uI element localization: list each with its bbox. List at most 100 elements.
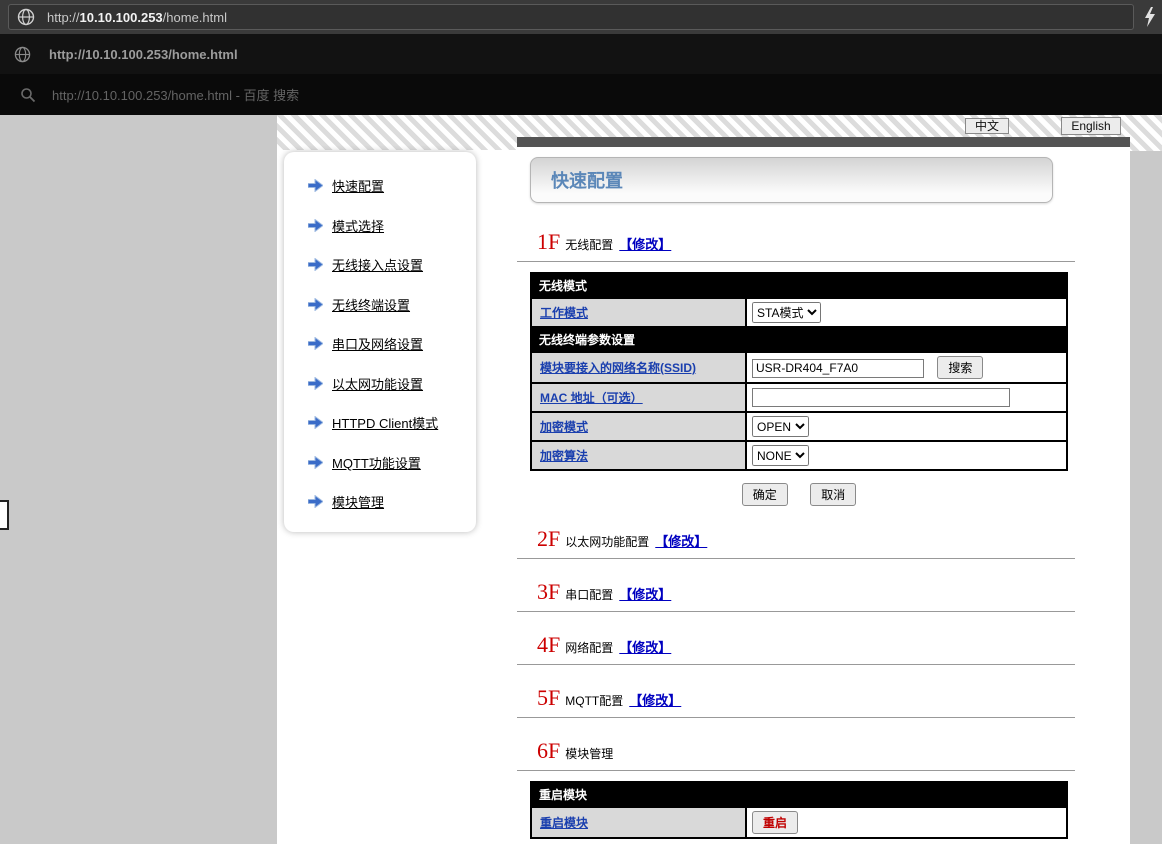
- floor-4-header: 4F 网络配置 【修改】: [537, 632, 1130, 656]
- arrow-icon: [308, 258, 323, 271]
- sta-params-header: 无线终端参数设置: [531, 327, 1067, 352]
- lang-english-button[interactable]: English: [1061, 117, 1121, 135]
- sidebar-item-mode-select[interactable]: 模式选择: [284, 206, 476, 246]
- divider: [517, 664, 1075, 665]
- sidebar-item-label: MQTT功能设置: [332, 453, 421, 472]
- floor-number: 3F: [537, 579, 560, 605]
- url-suggestion-dropdown: http://10.10.100.253/home.html http://10…: [0, 34, 1162, 115]
- floor-number: 2F: [537, 526, 560, 552]
- arrow-icon: [308, 377, 323, 390]
- suggestion-text: http://10.10.100.253/home.html: [49, 47, 238, 62]
- encryption-mode-select[interactable]: OPEN: [752, 416, 809, 437]
- sidebar-item-label: 模式选择: [332, 216, 384, 235]
- floor-3-header: 3F 串口配置 【修改】: [537, 579, 1130, 603]
- address-bar[interactable]: http://10.10.100.253/home.html: [8, 4, 1134, 30]
- work-mode-label: 工作模式: [531, 298, 746, 327]
- floor-number: 5F: [537, 685, 560, 711]
- arrow-icon: [308, 456, 323, 469]
- arrow-icon: [308, 337, 323, 350]
- sidebar-item-label: 无线接入点设置: [332, 255, 423, 274]
- table-row: MAC 地址（可选）: [531, 383, 1067, 412]
- sidebar-item-ap-settings[interactable]: 无线接入点设置: [284, 245, 476, 285]
- sidebar-item-ethernet-settings[interactable]: 以太网功能设置: [284, 364, 476, 404]
- table-row: 重启模块 重启: [531, 807, 1067, 838]
- modify-link-network[interactable]: 【修改】: [619, 637, 671, 656]
- sidebar-item-label: 以太网功能设置: [332, 374, 423, 393]
- encryption-algorithm-label: 加密算法: [531, 441, 746, 470]
- sidebar-frame: 快速配置 模式选择 无线接入点设置 无线终端设置 串口及网络设置 以太网功能设置: [277, 150, 517, 844]
- mac-label: MAC 地址（可选）: [531, 383, 746, 412]
- sidebar-item-label: 无线终端设置: [332, 295, 410, 314]
- modify-link-mqtt[interactable]: 【修改】: [629, 690, 681, 709]
- divider: [517, 611, 1075, 612]
- divider: [517, 770, 1075, 771]
- arrow-icon: [308, 416, 323, 429]
- work-mode-select[interactable]: STA模式: [752, 302, 821, 323]
- browser-top-bar: http://10.10.100.253/home.html: [0, 0, 1162, 34]
- restart-header: 重启模块: [531, 782, 1067, 807]
- search-icon: [20, 87, 36, 103]
- restart-module-table: 重启模块 重启模块 重启: [530, 781, 1068, 839]
- floor-number: 1F: [537, 229, 560, 255]
- floor-label: 无线配置: [565, 236, 613, 253]
- floor-5-header: 5F MQTT配置 【修改】: [537, 685, 1130, 709]
- mac-input[interactable]: [752, 388, 1010, 407]
- page-background: 中文 English 快速配置 模式选择 无线接入点设置 无线终端设置: [0, 115, 1162, 844]
- arrow-icon: [308, 219, 323, 232]
- floor-label: 以太网功能配置: [565, 533, 649, 550]
- table-row: 加密算法 NONE: [531, 441, 1067, 470]
- sidebar-item-label: 快速配置: [332, 176, 384, 195]
- sidebar-item-uart-settings[interactable]: 串口及网络设置: [284, 324, 476, 364]
- table-row: 模块要接入的网络名称(SSID) 搜索: [531, 352, 1067, 383]
- sidebar-item-sta-settings[interactable]: 无线终端设置: [284, 285, 476, 325]
- cancel-button[interactable]: 取消: [810, 483, 856, 506]
- sidebar-item-mqtt-settings[interactable]: MQTT功能设置: [284, 443, 476, 483]
- page-title: 快速配置: [531, 167, 623, 193]
- floor-1-header: 1F 无线配置 【修改】: [537, 229, 1130, 253]
- floor-label: 模块管理: [565, 745, 613, 762]
- content-top-bar: [517, 137, 1130, 147]
- floor-label: 串口配置: [565, 586, 613, 603]
- form-buttons: 确定 取消: [530, 483, 1068, 506]
- suggestion-item-search[interactable]: http://10.10.100.253/home.html - 百度 搜索: [0, 74, 1162, 115]
- arrow-icon: [308, 179, 323, 192]
- suggestion-item-url[interactable]: http://10.10.100.253/home.html: [0, 34, 1162, 74]
- ssid-label: 模块要接入的网络名称(SSID): [531, 352, 746, 383]
- floor-6-header: 6F 模块管理: [537, 738, 1130, 762]
- modify-link-ethernet[interactable]: 【修改】: [655, 531, 707, 550]
- restart-label: 重启模块: [531, 807, 746, 838]
- floor-label: MQTT配置: [565, 692, 623, 709]
- confirm-button[interactable]: 确定: [742, 483, 788, 506]
- globe-icon: [14, 46, 31, 63]
- sidebar-item-module-management[interactable]: 模块管理: [284, 482, 476, 522]
- encryption-algorithm-select[interactable]: NONE: [752, 445, 809, 466]
- wireless-mode-header: 无线模式: [531, 273, 1067, 298]
- main-content-frame: 快速配置 1F 无线配置 【修改】 无线模式 工作模式 STA模式 无线终端参数…: [517, 147, 1130, 844]
- lightning-icon[interactable]: [1143, 7, 1157, 27]
- floor-number: 4F: [537, 632, 560, 658]
- sidebar-item-httpd-client[interactable]: HTTPD Client模式: [284, 403, 476, 443]
- restart-button[interactable]: 重启: [752, 811, 798, 834]
- url-text: http://10.10.100.253/home.html: [47, 10, 227, 25]
- sidebar-item-label: 串口及网络设置: [332, 334, 423, 353]
- search-ssid-button[interactable]: 搜索: [937, 356, 983, 379]
- floor-number: 6F: [537, 738, 560, 764]
- globe-icon: [17, 8, 35, 26]
- page-title-card: 快速配置: [530, 157, 1053, 203]
- sidebar-item-label: 模块管理: [332, 492, 384, 511]
- divider: [517, 717, 1075, 718]
- lang-chinese-button[interactable]: 中文: [965, 118, 1009, 134]
- floor-label: 网络配置: [565, 639, 613, 656]
- encryption-mode-label: 加密模式: [531, 412, 746, 441]
- sidebar-item-quick-config[interactable]: 快速配置: [284, 166, 476, 206]
- modify-link-wireless[interactable]: 【修改】: [619, 234, 671, 253]
- suggestion-text: http://10.10.100.253/home.html - 百度 搜索: [52, 85, 299, 104]
- modify-link-uart[interactable]: 【修改】: [619, 584, 671, 603]
- sidebar-menu: 快速配置 模式选择 无线接入点设置 无线终端设置 串口及网络设置 以太网功能设置: [284, 152, 476, 532]
- table-row: 工作模式 STA模式: [531, 298, 1067, 327]
- arrow-icon: [308, 495, 323, 508]
- divider: [517, 261, 1075, 262]
- divider: [517, 558, 1075, 559]
- ssid-input[interactable]: [752, 359, 924, 378]
- table-row: 加密模式 OPEN: [531, 412, 1067, 441]
